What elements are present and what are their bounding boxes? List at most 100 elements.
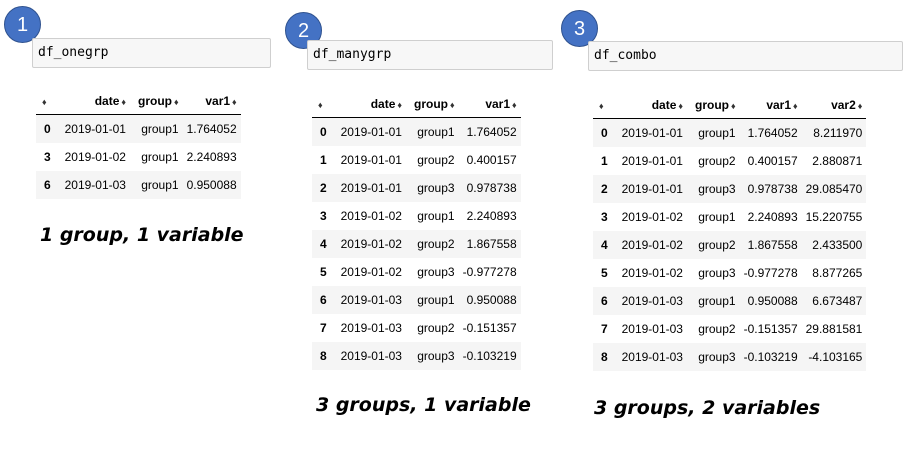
caption-3: 3 groups, 2 variables [594, 397, 821, 419]
table-cell: -4.103165 [801, 343, 867, 371]
caption-2: 3 groups, 1 variable [316, 394, 531, 416]
header-row: ♦ date ♦ group ♦ var1 ♦ [36, 87, 241, 115]
column-header-index[interactable]: ♦ [593, 91, 618, 119]
table-cell: 29.881581 [801, 315, 867, 343]
table-cell: 0.978738 [458, 174, 521, 202]
table-cell: 15.220755 [801, 203, 867, 231]
column-header-date[interactable]: date ♦ [60, 87, 130, 115]
column-header-label: date [370, 96, 396, 111]
table-cell: 2019-01-01 [617, 118, 687, 147]
table-cell: 0.978738 [739, 175, 802, 203]
row-index: 5 [593, 259, 618, 287]
column-header-group[interactable]: group ♦ [686, 91, 740, 119]
table-cell: group3 [405, 258, 459, 286]
table-cell: group1 [686, 118, 740, 147]
table-cell: 2019-01-01 [336, 174, 406, 202]
dataframe-table-2: ♦ date ♦ group ♦ var1 ♦ 0 2019-01-01 group1 1.764… [312, 90, 521, 370]
table-cell: -0.977278 [739, 259, 802, 287]
sort-arrows-icon: ♦ [678, 100, 683, 111]
column-header-group[interactable]: group ♦ [405, 90, 459, 118]
row-index: 3 [36, 143, 61, 171]
row-index: 1 [312, 146, 337, 174]
table-cell: 0.950088 [182, 171, 241, 199]
table-cell: 2019-01-01 [60, 114, 130, 143]
table-cell: group3 [686, 259, 740, 287]
column-header-label: date [94, 93, 120, 108]
table-cell: group3 [405, 342, 459, 370]
table-row: 3 2019-01-02 group1 2.240893 15.220755 [593, 203, 867, 231]
column-header-label: var1 [205, 93, 231, 108]
table-cell: 2019-01-01 [336, 146, 406, 174]
table-cell: 2019-01-02 [617, 203, 687, 231]
sort-arrows-icon: ♦ [318, 99, 323, 110]
header-row: ♦ date ♦ group ♦ var1 ♦ var2 ♦ [593, 91, 867, 119]
row-index: 1 [593, 147, 618, 175]
sort-arrows-icon: ♦ [512, 99, 517, 110]
table-cell: 0.400157 [458, 146, 521, 174]
table-row: 5 2019-01-02 group3 -0.977278 8.877265 [593, 259, 867, 287]
column-header-date[interactable]: date ♦ [336, 90, 406, 118]
table-row: 7 2019-01-03 group2 -0.151357 [312, 314, 521, 342]
column-header-index[interactable]: ♦ [36, 87, 61, 115]
table-row: 6 2019-01-03 group1 0.950088 [36, 171, 241, 199]
table-row: 5 2019-01-02 group3 -0.977278 [312, 258, 521, 286]
table-row: 6 2019-01-03 group1 0.950088 [312, 286, 521, 314]
dataframe-table-3: ♦ date ♦ group ♦ var1 ♦ var2 ♦ 0 2019-01-01 group1… [593, 91, 867, 371]
table-row: 7 2019-01-03 group2 -0.151357 29.881581 [593, 315, 867, 343]
sort-arrows-icon: ♦ [793, 100, 798, 111]
code-cell-2[interactable]: df_manygrp [307, 40, 553, 70]
table-cell: 2019-01-03 [336, 342, 406, 370]
table-cell: group1 [129, 143, 183, 171]
table-row: 8 2019-01-03 group3 -0.103219 -4.103165 [593, 343, 867, 371]
table-cell: 2.240893 [739, 203, 802, 231]
table-cell: group2 [405, 146, 459, 174]
table-cell: 2019-01-03 [617, 343, 687, 371]
table-cell: 0.950088 [458, 286, 521, 314]
column-header-label: group [137, 93, 172, 108]
row-index: 6 [593, 287, 618, 315]
table-cell: 2019-01-02 [617, 259, 687, 287]
column-header-var2[interactable]: var2 ♦ [801, 91, 867, 119]
table-cell: 8.877265 [801, 259, 867, 287]
column-header-var1[interactable]: var1 ♦ [458, 90, 521, 118]
column-header-label: date [651, 97, 677, 112]
code-cell-1[interactable]: df_onegrp [32, 38, 271, 68]
table-cell: 29.085470 [801, 175, 867, 203]
sort-arrows-icon: ♦ [121, 96, 126, 107]
column-header-var1[interactable]: var1 ♦ [182, 87, 241, 115]
table-cell: 1.867558 [739, 231, 802, 259]
table-cell: 2.433500 [801, 231, 867, 259]
table-cell: 2019-01-03 [60, 171, 130, 199]
row-index: 0 [593, 118, 618, 147]
column-header-label: var1 [766, 97, 792, 112]
table-cell: group3 [405, 174, 459, 202]
table-cell: 1.764052 [458, 117, 521, 146]
table-row: 6 2019-01-03 group1 0.950088 6.673487 [593, 287, 867, 315]
table-cell: 2019-01-01 [617, 147, 687, 175]
row-index: 5 [312, 258, 337, 286]
row-index: 7 [593, 315, 618, 343]
row-index: 7 [312, 314, 337, 342]
column-header-group[interactable]: group ♦ [129, 87, 183, 115]
table-row: 0 2019-01-01 group1 1.764052 [312, 117, 521, 146]
sort-arrows-icon: ♦ [397, 99, 402, 110]
table-row: 3 2019-01-02 group1 2.240893 [36, 143, 241, 171]
table-row: 1 2019-01-01 group2 0.400157 [312, 146, 521, 174]
table-cell: -0.151357 [458, 314, 521, 342]
table-cell: group2 [405, 314, 459, 342]
sort-arrows-icon: ♦ [599, 100, 604, 111]
table-row: 8 2019-01-03 group3 -0.103219 [312, 342, 521, 370]
column-header-date[interactable]: date ♦ [617, 91, 687, 119]
column-header-var1[interactable]: var1 ♦ [739, 91, 802, 119]
table-cell: 2019-01-02 [617, 231, 687, 259]
table-row: 2 2019-01-01 group3 0.978738 29.085470 [593, 175, 867, 203]
header-row: ♦ date ♦ group ♦ var1 ♦ [312, 90, 521, 118]
row-index: 6 [312, 286, 337, 314]
table-cell: group2 [405, 230, 459, 258]
code-cell-3[interactable]: df_combo [588, 41, 903, 71]
table-cell: 2019-01-02 [336, 230, 406, 258]
table-cell: 1.867558 [458, 230, 521, 258]
column-header-label: group [694, 97, 729, 112]
column-header-index[interactable]: ♦ [312, 90, 337, 118]
table-row: 3 2019-01-02 group1 2.240893 [312, 202, 521, 230]
